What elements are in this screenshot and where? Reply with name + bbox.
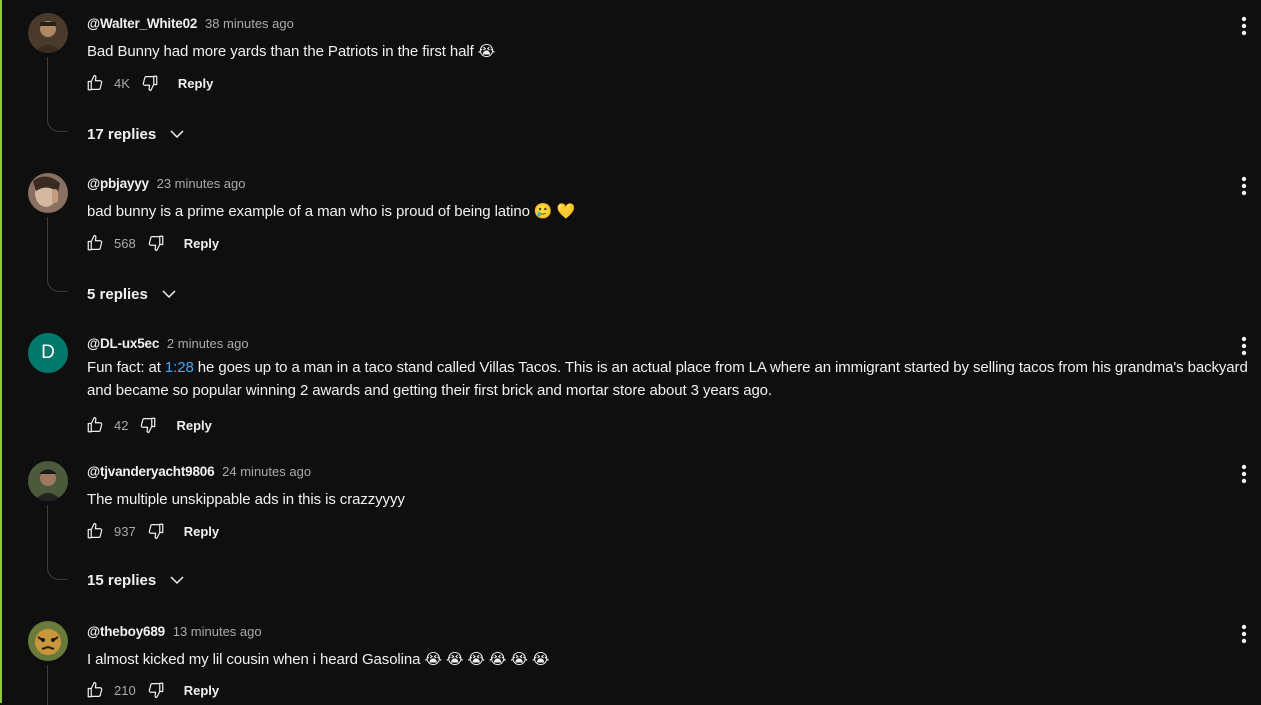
more-actions-button[interactable] (1234, 16, 1254, 36)
like-button[interactable] (85, 73, 105, 93)
comment-actions: 937 Reply (85, 519, 219, 543)
more-actions-button[interactable] (1234, 336, 1254, 356)
reply-button[interactable]: Reply (184, 236, 219, 251)
thumbs-up-icon (87, 681, 103, 698)
more-vert-icon (1241, 336, 1247, 356)
timestamp-link[interactable]: 1:28 (165, 359, 194, 376)
comment-text: I almost kicked my lil cousin when i hea… (87, 651, 550, 668)
avatar[interactable]: D (28, 333, 68, 373)
comment-actions: 210 Reply (85, 678, 219, 702)
like-button[interactable] (85, 680, 105, 700)
thumbs-up-icon (87, 234, 103, 251)
thumbs-up-icon (87, 416, 103, 433)
comment-author[interactable]: @tjvanderyacht9806 (87, 464, 215, 479)
avatar[interactable] (28, 461, 68, 501)
comment-text: bad bunny is a prime example of a man wh… (87, 203, 576, 220)
view-replies-button[interactable]: 5 replies (87, 285, 178, 303)
like-button[interactable] (85, 415, 105, 435)
comment-header: @Walter_White02 38 minutes ago (87, 16, 294, 31)
more-vert-icon (1241, 16, 1247, 36)
comment-text: Bad Bunny had more yards than the Patrio… (87, 43, 496, 60)
comment-author[interactable]: @Walter_White02 (87, 16, 197, 31)
more-actions-button[interactable] (1234, 624, 1254, 644)
thread-line (47, 57, 68, 132)
like-count: 937 (114, 523, 136, 539)
chevron-down-icon (170, 576, 184, 585)
comment-time[interactable]: 24 minutes ago (222, 464, 311, 479)
dislike-button[interactable] (138, 415, 158, 435)
comment-time[interactable]: 23 minutes ago (157, 176, 246, 191)
view-replies-button[interactable]: 15 replies (87, 571, 186, 589)
like-count: 210 (114, 682, 136, 698)
replies-count: 17 replies (87, 125, 157, 143)
thumbs-down-icon (148, 523, 164, 540)
thumbs-down-icon (141, 417, 156, 434)
thumbs-up-icon (87, 74, 103, 91)
comment-header: @tjvanderyacht9806 24 minutes ago (87, 464, 311, 479)
left-accent-bar (0, 0, 2, 703)
thumbs-down-icon (148, 235, 164, 252)
reply-button[interactable]: Reply (184, 683, 219, 698)
more-actions-button[interactable] (1234, 464, 1254, 484)
avatar[interactable] (28, 173, 68, 213)
reply-button[interactable]: Reply (176, 418, 211, 433)
comment-actions: 42 Reply (85, 413, 212, 437)
comment-time[interactable]: 38 minutes ago (205, 16, 294, 31)
replies-count: 5 replies (87, 285, 148, 303)
more-vert-icon (1241, 624, 1247, 644)
dislike-button[interactable] (146, 521, 166, 541)
thread-line (47, 665, 68, 705)
reply-button[interactable]: Reply (184, 524, 219, 539)
dislike-button[interactable] (146, 680, 166, 700)
comment-author[interactable]: @theboy689 (87, 624, 165, 639)
thumbs-down-icon (148, 682, 164, 699)
like-count: 42 (114, 417, 129, 433)
comment-author[interactable]: @pbjayyy (87, 176, 149, 191)
comment-time[interactable]: 2 minutes ago (167, 336, 249, 351)
comment-time[interactable]: 13 minutes ago (173, 624, 262, 639)
comment-header: @theboy689 13 minutes ago (87, 624, 262, 639)
like-button[interactable] (85, 521, 105, 541)
more-vert-icon (1241, 176, 1247, 196)
like-button[interactable] (85, 233, 105, 253)
dislike-button[interactable] (140, 73, 160, 93)
more-vert-icon (1241, 464, 1247, 484)
comment-text: The multiple unskippable ads in this is … (87, 491, 405, 508)
view-replies-button[interactable]: 17 replies (87, 125, 186, 143)
more-actions-button[interactable] (1234, 176, 1254, 196)
comment-author[interactable]: @DL-ux5ec (87, 336, 159, 351)
dislike-button[interactable] (146, 233, 166, 253)
like-count: 568 (114, 235, 136, 251)
replies-count: 15 replies (87, 571, 157, 589)
like-count: 4K (114, 75, 130, 91)
avatar[interactable] (28, 13, 68, 53)
avatar[interactable] (28, 621, 68, 661)
comment-header: @pbjayyy 23 minutes ago (87, 176, 246, 191)
thumbs-up-icon (87, 522, 103, 539)
thumbs-down-icon (142, 75, 158, 92)
thread-line (47, 505, 68, 580)
chevron-down-icon (170, 130, 184, 139)
comment-actions: 4K Reply (85, 71, 213, 95)
comment-text-after: he goes up to a man in a taco stand call… (87, 359, 1248, 399)
comment-text-before: Fun fact: at (87, 359, 165, 376)
chevron-down-icon (162, 290, 176, 299)
comment-text: Fun fact: at 1:28 he goes up to a man in… (87, 356, 1259, 402)
thread-line (47, 217, 68, 292)
reply-button[interactable]: Reply (178, 76, 213, 91)
comment-header: @DL-ux5ec 2 minutes ago (87, 336, 249, 351)
comment-actions: 568 Reply (85, 231, 219, 255)
